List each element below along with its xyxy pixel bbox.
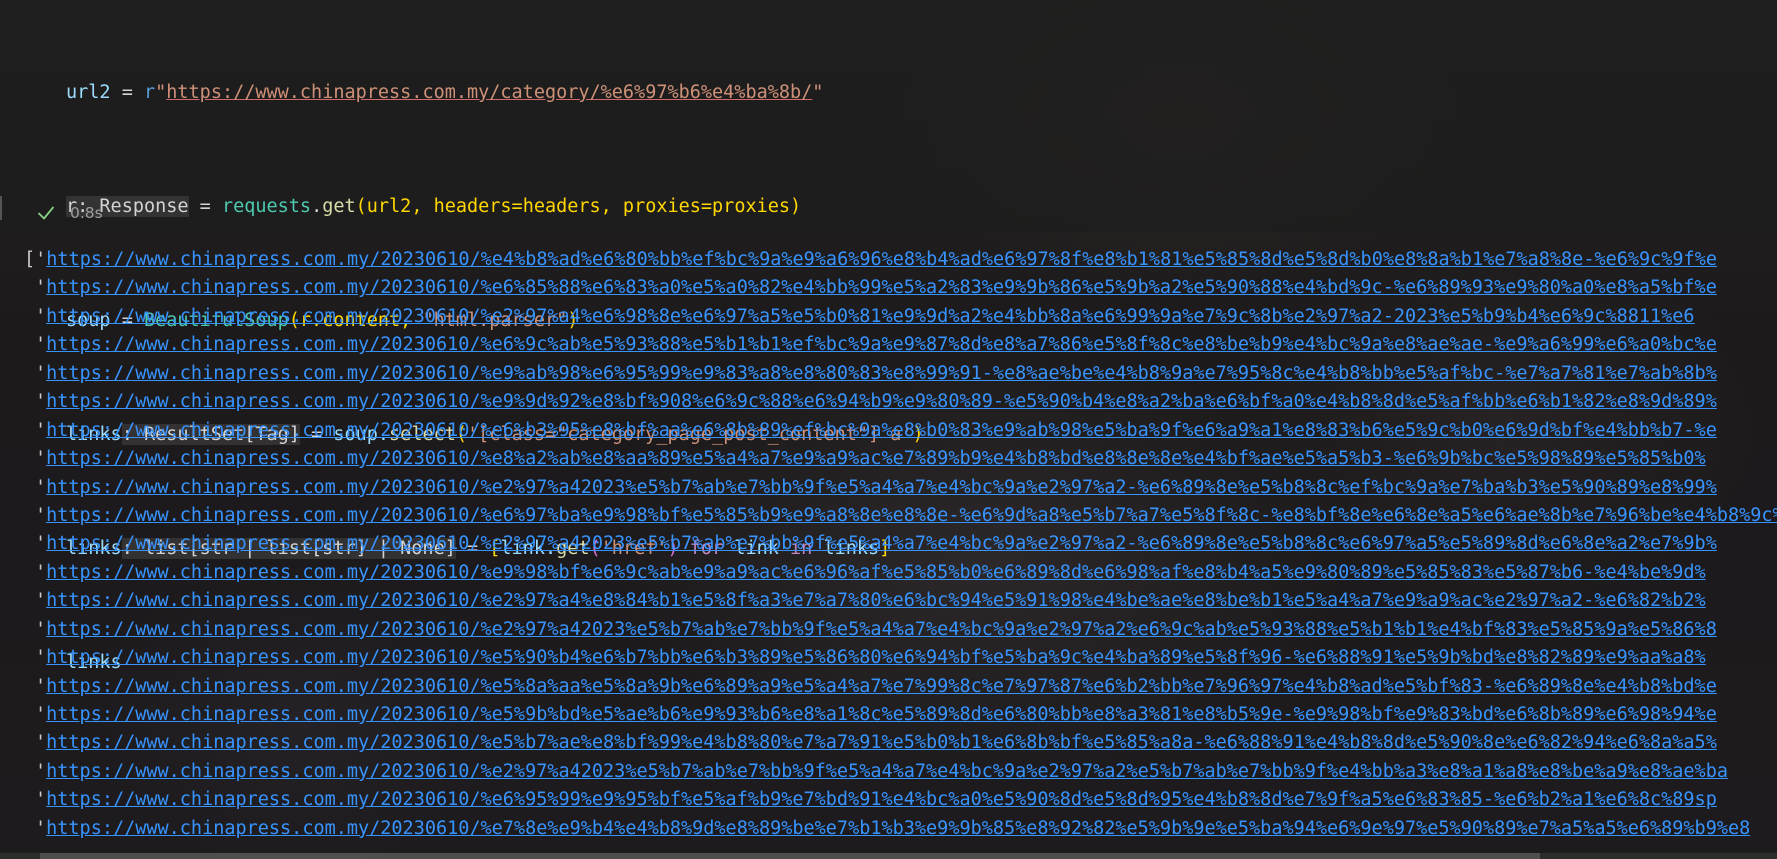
output-list-item: 'https://www.chinapress.com.my/20230610/…: [24, 502, 1777, 530]
list-punctuation: ': [35, 590, 47, 612]
list-punctuation: ': [35, 476, 47, 498]
code-token: ": [812, 82, 824, 103]
code-url-string[interactable]: https://www.chinapress.com.my/category/%…: [166, 82, 812, 103]
output-list-item: 'https://www.chinapress.com.my/20230610/…: [24, 274, 1777, 302]
output-list-item: 'https://www.chinapress.com.my/20230610/…: [24, 815, 1777, 843]
list-punctuation: ': [35, 789, 47, 811]
output-link[interactable]: https://www.chinapress.com.my/20230610/%…: [46, 334, 1717, 355]
output-link[interactable]: https://www.chinapress.com.my/20230610/%…: [46, 761, 1728, 782]
output-link[interactable]: https://www.chinapress.com.my/20230610/%…: [46, 533, 1717, 554]
list-punctuation: ': [35, 391, 47, 413]
output-link[interactable]: https://www.chinapress.com.my/20230610/%…: [46, 818, 1750, 839]
output-link[interactable]: https://www.chinapress.com.my/20230610/%…: [46, 306, 1694, 327]
output-link[interactable]: https://www.chinapress.com.my/20230610/%…: [46, 676, 1717, 697]
output-list-item: 'https://www.chinapress.com.my/20230610/…: [24, 474, 1777, 502]
list-punctuation: ': [35, 362, 47, 384]
output-link[interactable]: https://www.chinapress.com.my/20230610/%…: [46, 590, 1706, 611]
code-token: requests: [221, 196, 312, 217]
output-link[interactable]: https://www.chinapress.com.my/20230610/%…: [46, 420, 1717, 441]
output-list-item: 'https://www.chinapress.com.my/20230610/…: [24, 701, 1777, 729]
list-punctuation: ': [35, 817, 47, 839]
code-token: .: [311, 196, 323, 217]
list-punctuation: ': [35, 305, 47, 327]
list-punctuation: ': [35, 618, 47, 640]
list-punctuation: ': [35, 448, 47, 470]
output-list-item: 'https://www.chinapress.com.my/20230610/…: [24, 417, 1777, 445]
output-list-item: 'https://www.chinapress.com.my/20230610/…: [24, 331, 1777, 359]
code-token: get: [322, 196, 356, 217]
output-link[interactable]: https://www.chinapress.com.my/20230610/%…: [46, 704, 1717, 725]
output-link[interactable]: https://www.chinapress.com.my/20230610/%…: [46, 505, 1777, 526]
code-line-2: r: Response = requests.get(url2, headers…: [66, 193, 924, 222]
list-punctuation: ': [35, 277, 47, 299]
output-list-item: 'https://www.chinapress.com.my/20230610/…: [24, 758, 1777, 786]
code-token: ": [155, 82, 167, 103]
output-link[interactable]: https://www.chinapress.com.my/20230610/%…: [46, 477, 1717, 498]
list-punctuation: ': [35, 561, 47, 583]
check-icon: [38, 206, 54, 220]
output-link[interactable]: https://www.chinapress.com.my/20230610/%…: [46, 249, 1717, 270]
output-list-item: 'https://www.chinapress.com.my/20230610/…: [24, 530, 1777, 558]
output-list-item: 'https://www.chinapress.com.my/20230610/…: [24, 445, 1777, 473]
cell-output: ['https://www.chinapress.com.my/20230610…: [24, 246, 1777, 846]
output-link[interactable]: https://www.chinapress.com.my/20230610/%…: [46, 647, 1706, 668]
list-punctuation: ': [35, 732, 47, 754]
output-link[interactable]: https://www.chinapress.com.my/20230610/%…: [46, 619, 1717, 640]
output-list-item: 'https://www.chinapress.com.my/20230610/…: [24, 644, 1777, 672]
list-punctuation: ': [35, 760, 47, 782]
scrollbar-thumb[interactable]: [40, 853, 1540, 859]
code-token: =: [110, 82, 144, 103]
output-list-item: 'https://www.chinapress.com.my/20230610/…: [24, 673, 1777, 701]
code-token: (url2, headers=headers, proxies=proxies): [355, 196, 802, 217]
output-list-item: 'https://www.chinapress.com.my/20230610/…: [24, 729, 1777, 757]
list-punctuation: ': [35, 504, 47, 526]
output-list-item: 'https://www.chinapress.com.my/20230610/…: [24, 587, 1777, 615]
execution-duration: 0.8s: [70, 204, 103, 222]
code-token: =: [188, 196, 222, 217]
output-link[interactable]: https://www.chinapress.com.my/20230610/%…: [46, 391, 1717, 412]
list-punctuation: ': [35, 419, 47, 441]
list-punctuation: ': [35, 533, 47, 555]
list-punctuation: ': [35, 334, 47, 356]
code-token: r: [143, 82, 156, 103]
output-link[interactable]: https://www.chinapress.com.my/20230610/%…: [46, 277, 1717, 298]
output-link[interactable]: https://www.chinapress.com.my/20230610/%…: [46, 789, 1717, 810]
list-punctuation: ': [35, 675, 47, 697]
output-list-item: ['https://www.chinapress.com.my/20230610…: [24, 246, 1777, 274]
execution-status: 0.8s: [36, 203, 103, 223]
list-punctuation: [: [24, 249, 36, 270]
output-link[interactable]: https://www.chinapress.com.my/20230610/%…: [46, 732, 1717, 753]
list-punctuation: ': [35, 249, 47, 270]
output-list-item: 'https://www.chinapress.com.my/20230610/…: [24, 360, 1777, 388]
output-link[interactable]: https://www.chinapress.com.my/20230610/%…: [46, 363, 1717, 384]
code-line-1: url2 = r"https://www.chinapress.com.my/c…: [66, 79, 924, 108]
list-punctuation: ': [35, 647, 47, 669]
output-list-item: 'https://www.chinapress.com.my/20230610/…: [24, 786, 1777, 814]
output-list-item: 'https://www.chinapress.com.my/20230610/…: [24, 303, 1777, 331]
output-list-item: 'https://www.chinapress.com.my/20230610/…: [24, 559, 1777, 587]
output-list-item: 'https://www.chinapress.com.my/20230610/…: [24, 388, 1777, 416]
list-punctuation: ': [35, 704, 47, 725]
cell-gutter: [0, 196, 2, 220]
horizontal-scrollbar[interactable]: [0, 853, 1777, 859]
output-list-item: 'https://www.chinapress.com.my/20230610/…: [24, 616, 1777, 644]
code-token: url2: [66, 82, 111, 103]
output-link[interactable]: https://www.chinapress.com.my/20230610/%…: [46, 562, 1706, 583]
output-link[interactable]: https://www.chinapress.com.my/20230610/%…: [46, 448, 1706, 469]
